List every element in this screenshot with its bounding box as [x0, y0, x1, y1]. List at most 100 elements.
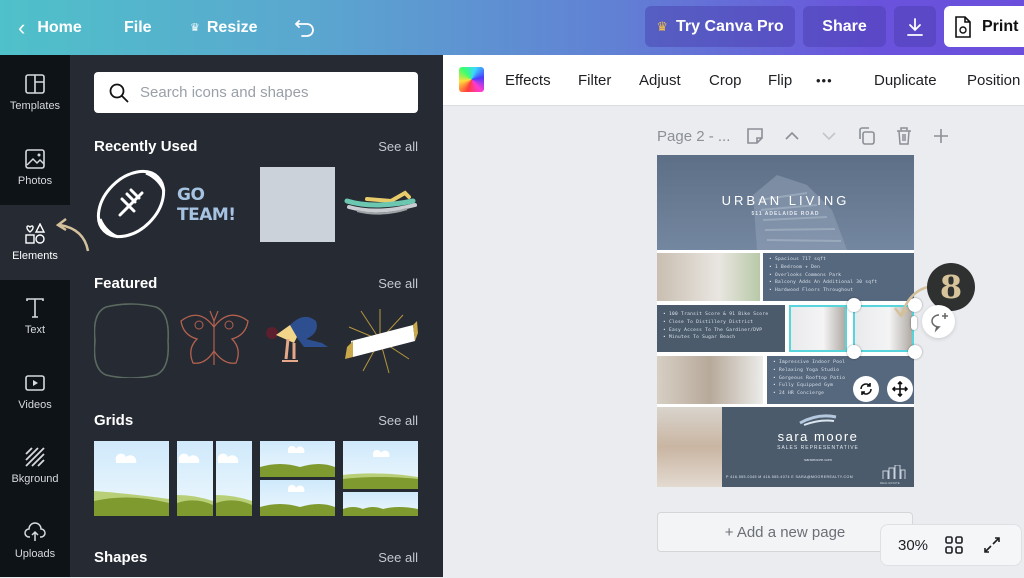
duplicate-page-icon[interactable]: [857, 126, 877, 146]
section-title-recently-used: Recently Used: [94, 138, 198, 155]
brush-strokes-icon: [344, 190, 417, 215]
element-butterfly[interactable]: [177, 303, 252, 378]
landscape-grid-icon: [177, 441, 252, 516]
add-page-icon[interactable]: [931, 126, 951, 146]
rail-item-uploads[interactable]: Uploads: [0, 503, 70, 578]
crop-label: Crop: [709, 72, 742, 89]
delete-page-icon[interactable]: [894, 126, 914, 146]
more-icon: •••: [816, 73, 833, 88]
kitchen-photo[interactable]: [657, 356, 763, 404]
see-all-featured[interactable]: See all: [378, 276, 418, 291]
landscape-grid-icon: [94, 441, 169, 516]
share-button[interactable]: Share: [803, 6, 886, 47]
grid-single[interactable]: [94, 441, 169, 516]
rail-item-text[interactable]: Text: [0, 279, 70, 354]
butterfly-icon: [180, 310, 249, 365]
more-options-button[interactable]: •••: [816, 55, 833, 106]
crown-icon: ♛: [190, 22, 200, 34]
features-block-2[interactable]: • 100 Transit Score & 91 Bike Score • Clo…: [657, 305, 785, 352]
feature-bullet: • 1 Bedroom + Den: [769, 264, 821, 270]
file-label: File: [124, 18, 152, 36]
file-menu[interactable]: File: [124, 0, 152, 55]
download-button[interactable]: [894, 6, 936, 47]
rail-label: Text: [24, 324, 46, 336]
grid-mixed[interactable]: [343, 441, 418, 516]
living-room-photo[interactable]: [657, 253, 760, 301]
move-button[interactable]: [887, 376, 913, 402]
grid-two-columns[interactable]: [177, 441, 252, 516]
yoga-person-icon: [266, 316, 328, 362]
move-page-up-icon[interactable]: [782, 126, 802, 146]
search-input[interactable]: Search icons and shapes: [94, 72, 418, 113]
page-title[interactable]: Page 2 - ...: [657, 128, 730, 145]
flip-button[interactable]: Flip: [768, 55, 792, 106]
rail-item-videos[interactable]: Videos: [0, 354, 70, 429]
element-go-team[interactable]: GO TEAM!: [177, 167, 252, 242]
elements-panel: Search icons and shapes Recently Used Se…: [70, 55, 443, 577]
see-all-recently-used[interactable]: See all: [378, 139, 418, 154]
templates-icon: [25, 74, 45, 94]
position-label: Position: [967, 72, 1021, 89]
add-page-button[interactable]: + Add a new page: [657, 512, 913, 552]
element-gray-square[interactable]: [260, 167, 335, 242]
element-football[interactable]: [94, 167, 169, 242]
home-button[interactable]: ‹ Home: [18, 0, 82, 55]
step-badge: 8: [927, 263, 975, 311]
rotate-button[interactable]: [853, 376, 879, 402]
zoom-level[interactable]: 30%: [898, 537, 928, 554]
see-all-shapes[interactable]: See all: [378, 550, 418, 565]
building-logo-icon: [882, 465, 906, 479]
duplicate-label: Duplicate: [874, 72, 937, 89]
print-button[interactable]: Print: [944, 6, 1024, 47]
rail-item-templates[interactable]: Templates: [0, 55, 70, 130]
undo-button[interactable]: [294, 0, 316, 55]
share-label: Share: [822, 17, 867, 35]
hero-block[interactable]: URBAN LIVING 511 ADELAIDE ROAD: [657, 155, 914, 250]
agent-name: sara moore: [777, 429, 859, 444]
agent-photo[interactable]: [657, 407, 722, 487]
try-pro-label: Try Canva Pro: [676, 17, 784, 35]
go-team-text: GO TEAM!: [177, 184, 236, 225]
agent-block[interactable]: sara moore SALES REPRESENTATIVE saramoor…: [722, 407, 914, 487]
adjust-button[interactable]: Adjust: [639, 55, 681, 106]
rail-item-background[interactable]: Bkground: [0, 428, 70, 503]
canvas-area: Page 2 - ... URBAN LIVING 511 ADELAIDE R…: [443, 106, 1024, 577]
filter-button[interactable]: Filter: [578, 55, 611, 106]
print-label: Print: [982, 17, 1019, 35]
top-bar: ‹ Home File ♛ Resize ♛ Try Canva Pro Sha…: [0, 0, 1024, 55]
grid-view-icon[interactable]: [945, 536, 963, 554]
see-all-grids[interactable]: See all: [378, 413, 418, 428]
feature-bullet: • Gorgeous Rooftop Patio: [773, 375, 846, 381]
crop-button[interactable]: Crop: [709, 55, 742, 106]
text-icon: [26, 298, 44, 318]
logo-swoosh-icon: [799, 414, 837, 426]
zoom-controls: 30%: [880, 524, 1022, 566]
notes-icon[interactable]: [745, 126, 765, 146]
duplicate-button[interactable]: Duplicate: [874, 55, 937, 106]
position-button[interactable]: Position: [967, 55, 1020, 106]
resize-handle-bottom-right[interactable]: [908, 345, 922, 359]
try-canva-pro-button[interactable]: ♛ Try Canva Pro: [645, 6, 795, 47]
resize-button[interactable]: ♛ Resize: [190, 0, 258, 55]
effects-button[interactable]: Effects: [505, 55, 551, 106]
design-page[interactable]: URBAN LIVING 511 ADELAIDE ROAD • Spaciou…: [657, 155, 914, 487]
home-label: Home: [37, 18, 82, 36]
move-page-down-icon[interactable]: [819, 126, 839, 146]
element-rounded-frame[interactable]: [93, 303, 170, 379]
bedroom-photo[interactable]: [789, 305, 847, 352]
resize-handle-top-left[interactable]: [847, 298, 861, 312]
element-ribbon-banner[interactable]: [343, 303, 418, 378]
color-picker-button[interactable]: [459, 67, 484, 92]
rail-item-photos[interactable]: Photos: [0, 130, 70, 205]
videos-icon: [25, 375, 45, 391]
element-brush-strokes[interactable]: [343, 167, 418, 242]
resize-handle-bottom-left[interactable]: [847, 345, 861, 359]
rail-label: Photos: [17, 175, 53, 187]
agent-title: SALES REPRESENTATIVE: [777, 445, 859, 451]
photos-icon: [25, 149, 45, 169]
element-yoga-pose[interactable]: [260, 303, 335, 378]
fullscreen-icon[interactable]: [983, 536, 1001, 554]
add-comment-button[interactable]: [922, 305, 955, 338]
section-title-grids: Grids: [94, 412, 134, 429]
grid-two-rows[interactable]: [260, 441, 335, 516]
